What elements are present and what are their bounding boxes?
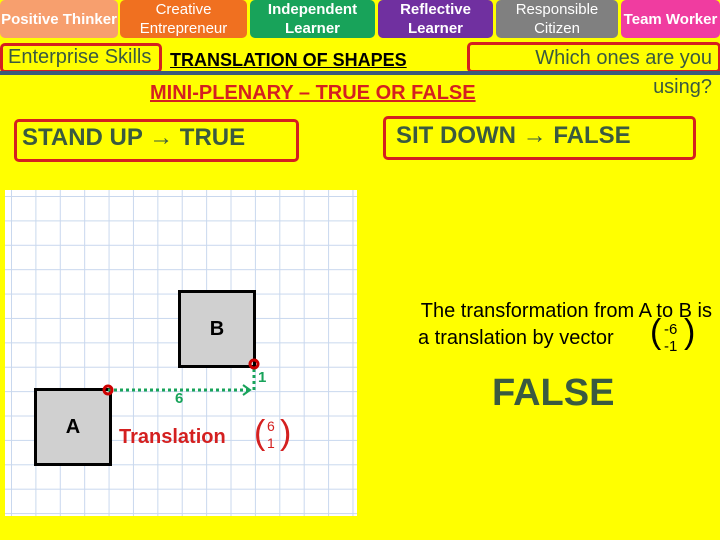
- bracket-left: (: [254, 414, 266, 452]
- point-b: [248, 358, 260, 370]
- vector-top: -6: [664, 321, 678, 338]
- statement-line2: a translation by vector: [418, 327, 614, 349]
- vector-top: 6: [267, 418, 275, 434]
- answer: FALSE: [492, 372, 615, 414]
- vector-bottom: -1: [664, 338, 678, 355]
- bracket-left: (: [650, 313, 662, 351]
- bracket-right: ): [684, 313, 696, 351]
- bracket-right: ): [280, 414, 292, 452]
- vector-bottom: 1: [267, 435, 275, 451]
- statement-vector: -6 -1: [664, 321, 677, 355]
- translation-arrows: [102, 358, 260, 396]
- horizontal-label: 6: [175, 390, 184, 407]
- translation-label: Translation: [119, 426, 226, 448]
- diagram-vector: 61: [267, 418, 275, 452]
- vertical-label: 1: [258, 369, 267, 386]
